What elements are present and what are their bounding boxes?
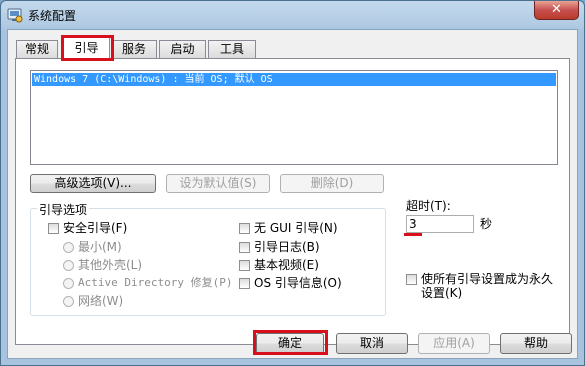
make-permanent-checkbox[interactable] [406,274,417,285]
tab-label: 常规 [24,42,49,56]
delete-button[interactable]: 删除(D) [280,174,384,193]
ok-button-highlight [253,330,328,355]
safe-boot-label: 安全引导(F) [63,221,128,235]
tab-general[interactable]: 常规 [16,40,58,58]
alternate-shell-radio[interactable] [63,260,74,271]
system-config-window: 系统配置 ✕ 常规 引导 服务 启动 工具 Windows 7 (C:\Wind… [0,0,585,366]
tab-startup[interactable]: 启动 [159,40,206,58]
close-button[interactable]: ✕ [534,1,579,20]
ad-repair-label: Active Directory 修复(P) [78,276,233,289]
ad-repair-radio[interactable] [63,278,74,289]
boot-entry-list[interactable]: Windows 7 (C:\Windows) : 当前 OS; 默认 OS [30,70,558,165]
boot-options-label: 引导选项 [37,201,90,218]
set-default-button[interactable]: 设为默认值(S) [166,174,270,193]
make-permanent-label: 使所有引导设置成为永久 [421,272,554,286]
base-video-label: 基本视频(E) [254,258,319,272]
network-label: 网络(W) [78,294,124,308]
make-permanent-label-line2: 设置(K) [421,286,463,300]
tab-services[interactable]: 服务 [111,40,157,58]
safe-boot-checkbox[interactable] [48,223,59,234]
minimal-radio[interactable] [63,242,74,253]
window-title: 系统配置 [28,9,77,23]
tab-label: 服务 [121,42,146,56]
tab-tools[interactable]: 工具 [208,40,256,58]
close-icon: ✕ [551,2,562,17]
system-config-icon [7,8,23,23]
apply-button[interactable]: 应用(A) [418,333,490,354]
network-radio[interactable] [63,296,74,307]
boot-tab-highlight [61,35,114,61]
no-gui-boot-checkbox[interactable] [239,223,250,234]
list-item[interactable]: Windows 7 (C:\Windows) : 当前 OS; 默认 OS [32,73,556,86]
no-gui-boot-label: 无 GUI 引导(N) [254,221,338,235]
dialog-client-area: 常规 引导 服务 启动 工具 Windows 7 (C:\Windows) : … [7,29,578,359]
os-boot-info-label: OS 引导信息(O) [254,276,342,290]
timeout-unit: 秒 [480,217,493,231]
cancel-button[interactable]: 取消 [336,333,408,354]
timeout-input[interactable]: 3 [406,215,474,233]
advanced-options-button[interactable]: 高级选项(V)... [30,174,156,193]
title-bar[interactable]: 系统配置 ✕ [1,1,584,29]
help-button[interactable]: 帮助 [500,333,572,354]
tab-label: 启动 [170,42,195,56]
boot-log-checkbox[interactable] [239,242,250,253]
alternate-shell-label: 其他外壳(L) [78,258,143,272]
base-video-checkbox[interactable] [239,260,250,271]
tab-label: 工具 [219,42,244,56]
boot-log-label: 引导日志(B) [254,240,320,254]
timeout-label: 超时(T): [406,199,451,213]
timeout-highlight [404,233,422,236]
os-boot-info-checkbox[interactable] [239,278,250,289]
minimal-label: 最小(M) [78,240,122,254]
